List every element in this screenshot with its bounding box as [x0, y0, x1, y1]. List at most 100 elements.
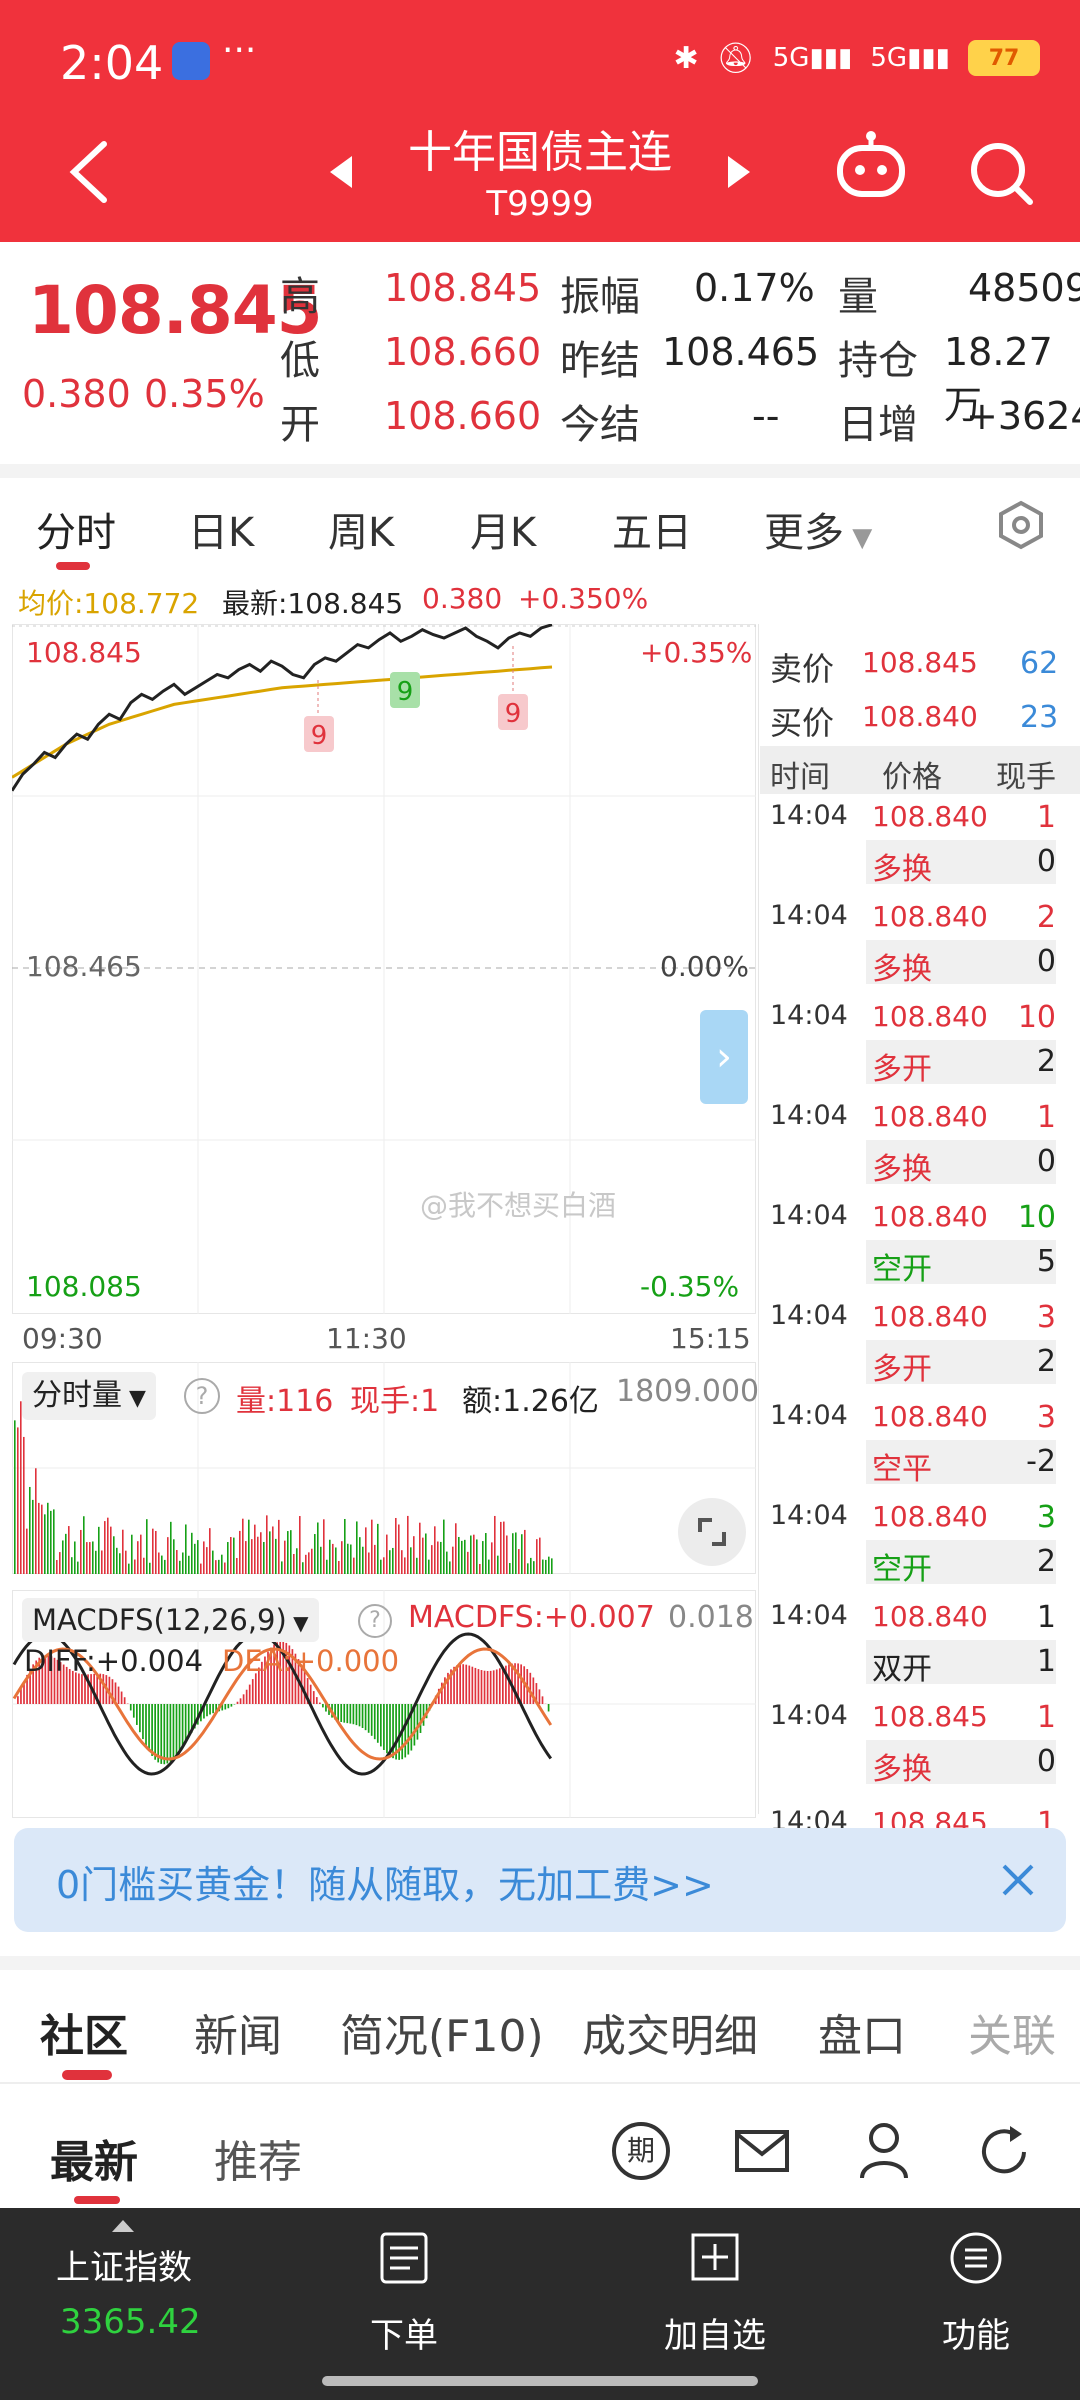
- volume-bar: [383, 1557, 385, 1574]
- trade-qty: 3: [1036, 1400, 1056, 1435]
- trade-oi-change: 0: [1036, 1744, 1056, 1779]
- volume-bar: [35, 1468, 37, 1574]
- tab-weekly-k[interactable]: 周K: [328, 500, 394, 558]
- gold-promo-banner[interactable]: 0门槛买黄金！随从随取，无加工费>>: [14, 1828, 1066, 1932]
- trade-qty: 3: [1036, 1500, 1056, 1535]
- subtab-recommend[interactable]: 推荐: [214, 2126, 302, 2190]
- mail-icon[interactable]: [734, 2126, 790, 2176]
- y-axis-top-pct: +0.35%: [640, 636, 753, 669]
- macd-indicator-selector[interactable]: MACDFS(12,26,9) ▼: [22, 1598, 319, 1642]
- volume-bar: [293, 1553, 295, 1574]
- volume-bar: [305, 1554, 307, 1574]
- tab-related[interactable]: 关联: [968, 2000, 1056, 2064]
- low-label: 低: [280, 338, 320, 384]
- tab-timeshare[interactable]: 分时: [36, 500, 116, 558]
- volume-bar: [38, 1502, 40, 1574]
- macd-help-icon[interactable]: ?: [358, 1604, 392, 1638]
- col-price: 价格: [882, 760, 942, 795]
- volume-bar: [485, 1533, 487, 1574]
- tab-more[interactable]: 更多 ▼: [764, 500, 872, 558]
- volume-bar: [410, 1547, 412, 1574]
- volume-bar: [335, 1547, 337, 1574]
- nav-add-watchlist[interactable]: 加自选: [664, 2308, 766, 2357]
- volume-bar: [26, 1528, 28, 1574]
- order-icon[interactable]: [378, 2230, 430, 2286]
- bluetooth-icon: ✱: [673, 40, 699, 76]
- volume-indicator-selector[interactable]: 分时量 ▼: [22, 1372, 156, 1420]
- close-icon[interactable]: [998, 1860, 1038, 1900]
- watermark: @我不想买白酒: [420, 1189, 617, 1222]
- macd-bar: [495, 1669, 498, 1704]
- fullscreen-icon[interactable]: [678, 1498, 746, 1566]
- menu-icon[interactable]: [948, 2230, 1004, 2286]
- volume-bar: [281, 1561, 283, 1574]
- refresh-icon[interactable]: [976, 2124, 1032, 2180]
- prev-settle-label: 昨结: [560, 338, 640, 384]
- chart-change: 0.380: [422, 582, 503, 615]
- search-icon[interactable]: [968, 140, 1034, 206]
- volume-bar: [131, 1534, 133, 1574]
- trade-oi-change: -2: [1026, 1444, 1056, 1479]
- tab-five-day[interactable]: 五日: [612, 500, 692, 558]
- subtab-latest[interactable]: 最新: [50, 2126, 138, 2190]
- volume-bar: [344, 1518, 346, 1574]
- settings-hexagon-icon[interactable]: [996, 500, 1046, 550]
- nav-order[interactable]: 下单: [370, 2308, 438, 2357]
- tab-more-label: 更多: [764, 510, 844, 556]
- futures-icon[interactable]: 期: [612, 2122, 670, 2180]
- latest-price-label: 最新:108.845: [222, 587, 404, 620]
- volume-bar: [32, 1499, 34, 1574]
- add-watchlist-icon[interactable]: [690, 2232, 740, 2282]
- volume-bar: [71, 1557, 73, 1574]
- volume-bar: [152, 1528, 154, 1574]
- macd-bar: [492, 1670, 495, 1704]
- next-contract-icon[interactable]: [726, 154, 752, 190]
- tab-monthly-k[interactable]: 月K: [470, 500, 536, 558]
- user-icon[interactable]: [858, 2120, 910, 2180]
- trade-type: 双开: [872, 1652, 932, 1687]
- volume-bar: [491, 1542, 493, 1574]
- volume-bar: [29, 1486, 31, 1574]
- trade-time: 14:04: [770, 800, 848, 831]
- open-value: 108.660: [384, 394, 542, 438]
- y-axis-bottom-pct: -0.35%: [640, 1270, 740, 1303]
- tab-overview-f10[interactable]: 简况(F10): [340, 2000, 544, 2064]
- tab-daily-k[interactable]: 日K: [188, 500, 254, 558]
- separator: [0, 1956, 1080, 1970]
- volume-bar: [107, 1517, 109, 1574]
- volume-bar: [401, 1550, 403, 1574]
- volume-bar: [41, 1504, 43, 1574]
- dropdown-triangle-icon: ▼: [286, 1611, 309, 1635]
- status-icons: ✱ 🔕︎ 5G▮▮▮ 5G▮▮▮ 77: [674, 40, 1040, 76]
- macd-bar: [502, 1667, 504, 1704]
- macd-bar: [355, 1704, 358, 1726]
- volume-bar: [419, 1522, 421, 1574]
- tab-news[interactable]: 新闻: [194, 2000, 282, 2064]
- tab-trade-details[interactable]: 成交明细: [582, 2000, 758, 2064]
- volume-bar: [440, 1541, 442, 1574]
- macd-bar: [376, 1704, 379, 1743]
- macd-bar: [370, 1704, 373, 1736]
- battery-icon: 77: [968, 40, 1040, 76]
- robot-assistant-icon[interactable]: [834, 130, 908, 204]
- help-icon[interactable]: ?: [184, 1378, 220, 1414]
- trade-qty: 3: [1036, 1300, 1056, 1335]
- volume-bar: [137, 1541, 139, 1574]
- expand-panel-arrow-icon[interactable]: ›: [700, 1010, 748, 1104]
- top-header: 2:04 ··· ✱ 🔕︎ 5G▮▮▮ 5G▮▮▮ 77 十年国债主连 T999…: [0, 0, 1080, 242]
- nav-functions[interactable]: 功能: [942, 2308, 1010, 2357]
- volume-bar: [500, 1521, 502, 1574]
- volume-bar: [413, 1536, 415, 1574]
- tab-community[interactable]: 社区: [40, 2000, 128, 2064]
- index-label[interactable]: 上证指数: [56, 2240, 192, 2289]
- y-axis-top: 108.845: [26, 636, 142, 669]
- macd-bar: [230, 1704, 233, 1707]
- volume-bar: [299, 1516, 301, 1574]
- current-hand: 现手:1: [350, 1384, 440, 1419]
- tab-order-book[interactable]: 盘口: [818, 2000, 906, 2064]
- macd-bar: [239, 1698, 242, 1704]
- expand-up-icon[interactable]: [110, 2218, 136, 2234]
- macd-bar: [178, 1704, 181, 1752]
- macd-bar: [486, 1671, 489, 1704]
- home-indicator: [322, 2376, 758, 2386]
